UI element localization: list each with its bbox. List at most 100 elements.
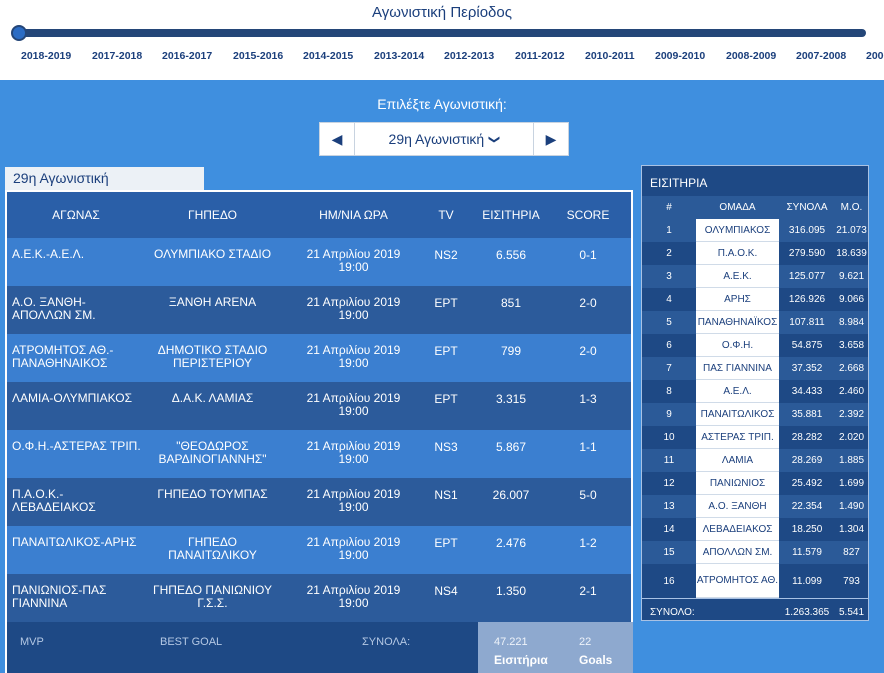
team-name[interactable]: ΠΑΝΙΩΝΙΟΣ [696, 472, 779, 495]
team-name[interactable]: Π.Α.Ο.Κ. [696, 242, 779, 265]
team-name[interactable]: Α.Ο. ΞΑΝΘΗ [696, 495, 779, 518]
team-total-tickets: 28.269 [791, 455, 823, 466]
match-time: 19:00 [338, 596, 369, 610]
team-name[interactable]: ΟΛΥΜΠΙΑΚΟΣ [696, 219, 779, 242]
match-name: ΑΤΡΟΜΗΤΟΣ ΑΘ.-ΠΑΝΑΘΗΝΑΙΚΟΣ [12, 343, 114, 370]
matchday-tab[interactable]: 29η Αγωνιστική [5, 167, 204, 190]
team-total-tickets: 25.492 [791, 478, 823, 489]
match-datetime: 21 Απριλίου 2019 19:00 [280, 296, 427, 322]
table-row[interactable]: Α.Ε.Κ.-Α.Ε.Λ. ΟΛΥΜΠΙΑΚΟ ΣΤΑΔΙΟ 21 Απριλίου… [7, 238, 631, 286]
season-2015-2016[interactable]: 2015-2016 [233, 50, 283, 62]
match-stadium: ΓΗΠΕΔΟ ΠΑΝΑΙΤΩΛΙΚΟΥ [168, 535, 257, 562]
previous-matchday-button[interactable]: ◀ [320, 123, 355, 155]
match-tickets: 6.556 [495, 248, 527, 262]
team-average-tickets: 18.639 [836, 248, 867, 259]
table-row[interactable]: ΠΑΝΙΩΝΙΟΣ-ΠΑΣ ΓΙΑΝΝΙΝΑ ΓΗΠΕΔΟ ΠΑΝΙΩΝΙΟΥ Γ… [7, 574, 631, 622]
season-timeline: Αγωνιστική Περίοδος 2018-2019 2017-2018 … [0, 0, 884, 80]
tickets-table-body: 1 ΟΛΥΜΠΙΑΚΟΣ 316.095 21.073 2 Π.Α.Ο.Κ. 279.590… [642, 219, 868, 598]
match-stadium: ΓΗΠΕΔΟ ΤΟΥΜΠΑΣ [157, 487, 268, 501]
table-row: 8 Α.Ε.Λ. 34.433 2.460 [642, 380, 868, 403]
season-2013-2014[interactable]: 2013-2014 [374, 50, 424, 62]
season-2009-2010[interactable]: 2009-2010 [655, 50, 705, 62]
team-rank: 9 [666, 409, 672, 420]
header-team: ΟΜΑΔΑ [719, 202, 756, 213]
team-name[interactable]: ΛΑΜΙΑ [696, 449, 779, 472]
team-total-tickets: 11.099 [792, 575, 822, 587]
tickets-total-value: 1.263.365 [784, 606, 830, 618]
team-average-tickets: 827 [843, 547, 860, 558]
next-matchday-button[interactable]: ▶ [533, 123, 568, 155]
header-rank: # [666, 202, 672, 213]
matches-table-footer: MVP BEST GOAL ΣΥΝΟΛΑ: 47.221 Εισιτήρια 2… [7, 622, 633, 673]
team-average-tickets: 1.699 [838, 478, 865, 489]
timeline-track[interactable] [18, 29, 866, 37]
team-total-tickets: 54.875 [791, 340, 823, 351]
match-stadium: Δ.Α.Κ. ΛΑΜΙΑΣ [171, 391, 254, 405]
team-rank: 10 [663, 432, 675, 443]
table-row[interactable]: Π.Α.Ο.Κ.-ΛΕΒΑΔΕΙΑΚΟΣ ΓΗΠΕΔΟ ΤΟΥΜΠΑΣ 21 Απρ… [7, 478, 631, 526]
match-stadium: ΓΗΠΕΔΟ ΠΑΝΙΩΝΙΟΥ Γ.Σ.Σ. [153, 583, 272, 610]
matches-table-header: ΑΓΩΝΑΣ ΓΗΠΕΔΟ ΗΜ/ΝΙΑ ΩΡΑ TV ΕΙΣΙΤΗΡΙΑ SC… [7, 192, 631, 238]
match-datetime: 21 Απριλίου 2019 19:00 [280, 536, 427, 562]
match-time: 19:00 [338, 308, 369, 322]
match-tickets: 3.315 [495, 392, 527, 406]
team-name[interactable]: ΑΤΡΟΜΗΤΟΣ ΑΘ. [696, 564, 779, 598]
match-tv: NS1 [434, 488, 458, 502]
period-title: Αγωνιστική Περίοδος [372, 4, 512, 21]
table-row[interactable]: Ο.Φ.Η.-ΑΣΤΕΡΑΣ ΤΡΙΠ. "ΘΕΟΔΩΡΟΣ ΒΑΡΔΙΝΟΓΙΑ… [7, 430, 631, 478]
table-row[interactable]: ΑΤΡΟΜΗΤΟΣ ΑΘ.-ΠΑΝΑΘΗΝΑΙΚΟΣ ΔΗΜΟΤΙΚΟ ΣΤΑΔΙ… [7, 334, 631, 382]
header-score: SCORE [566, 208, 610, 222]
season-2012-2013[interactable]: 2012-2013 [444, 50, 494, 62]
table-row: 15 ΑΠΟΛΛΩΝ ΣΜ. 11.579 827 [642, 541, 868, 564]
season-2011-2012[interactable]: 2011-2012 [515, 50, 565, 62]
match-score: 5-0 [579, 488, 597, 502]
season-2014-2015[interactable]: 2014-2015 [303, 50, 353, 62]
table-row[interactable]: ΠΑΝΑΙΤΩΛΙΚΟΣ-ΑΡΗΣ ΓΗΠΕΔΟ ΠΑΝΑΙΤΩΛΙΚΟΥ 21 Α… [7, 526, 631, 574]
table-row: 3 Α.Ε.Κ. 125.077 9.621 [642, 265, 868, 288]
header-tv: TV [438, 208, 454, 222]
team-name[interactable]: ΑΣΤΕΡΑΣ ΤΡΙΠ. [696, 426, 779, 449]
best-goal-label[interactable]: BEST GOAL [160, 636, 222, 648]
team-name[interactable]: ΑΡΗΣ [696, 288, 779, 311]
season-2010-2011[interactable]: 2010-2011 [585, 50, 635, 62]
team-name[interactable]: ΠΑΝΑΙΤΩΛΙΚΟΣ [696, 403, 779, 426]
season-2006[interactable]: 2006 [866, 50, 884, 62]
match-tv: ΕΡΤ [434, 392, 458, 406]
arrow-left-icon: ◀ [331, 130, 343, 147]
season-2018-2019[interactable]: 2018-2019 [21, 50, 71, 62]
match-tickets: 851 [500, 296, 522, 310]
matchday-dropdown[interactable]: 29η Αγωνιστική ❯ [355, 123, 533, 155]
match-time: 19:00 [338, 356, 369, 370]
match-tv: ΕΡΤ [434, 296, 458, 310]
match-datetime: 21 Απριλίου 2019 19:00 [280, 248, 427, 274]
table-row: 14 ΛΕΒΑΔΕΙΑΚΟΣ 18.250 1.304 [642, 518, 868, 541]
table-row[interactable]: ΛΑΜΙΑ-ΟΛΥΜΠΙΑΚΟΣ Δ.Α.Κ. ΛΑΜΙΑΣ 21 Απριλίου… [7, 382, 631, 430]
timeline-handle[interactable] [11, 25, 27, 41]
team-rank: 11 [663, 455, 675, 466]
team-name[interactable]: ΠΑΣ ΓΙΑΝΝΙΝΑ [696, 357, 779, 380]
team-total-tickets: 28.282 [791, 432, 823, 443]
season-2016-2017[interactable]: 2016-2017 [162, 50, 212, 62]
team-name[interactable]: ΛΕΒΑΔΕΙΑΚΟΣ [696, 518, 779, 541]
match-score: 2-1 [579, 584, 597, 598]
team-name[interactable]: Ο.Φ.Η. [696, 334, 779, 357]
match-name: Α.Ο. ΞΑΝΘΗ-ΑΠΟΛΛΩΝ ΣΜ. [12, 295, 96, 322]
season-2008-2009[interactable]: 2008-2009 [726, 50, 776, 62]
season-2007-2008[interactable]: 2007-2008 [796, 50, 846, 62]
mvp-label[interactable]: MVP [20, 636, 44, 648]
table-row: 1 ΟΛΥΜΠΙΑΚΟΣ 316.095 21.073 [642, 219, 868, 242]
match-tv: ΕΡΤ [434, 536, 458, 550]
team-name[interactable]: Α.Ε.Λ. [696, 380, 779, 403]
team-average-tickets: 8.984 [838, 317, 865, 328]
season-2017-2018[interactable]: 2017-2018 [92, 50, 142, 62]
team-name[interactable]: Α.Ε.Κ. [696, 265, 779, 288]
team-name[interactable]: ΠΑΝΑΘΗΝΑΪΚΟΣ [696, 311, 779, 334]
table-row: 6 Ο.Φ.Η. 54.875 3.658 [642, 334, 868, 357]
team-rank: 12 [663, 478, 675, 489]
team-name[interactable]: ΑΠΟΛΛΩΝ ΣΜ. [696, 541, 779, 564]
match-stadium: ΟΛΥΜΠΙΑΚΟ ΣΤΑΔΙΟ [153, 247, 272, 261]
table-row[interactable]: Α.Ο. ΞΑΝΘΗ-ΑΠΟΛΛΩΝ ΣΜ. ΞΑΝΘΗ ARENA 21 Απρι… [7, 286, 631, 334]
matches-table-body: Α.Ε.Κ.-Α.Ε.Λ. ΟΛΥΜΠΙΑΚΟ ΣΤΑΔΙΟ 21 Απριλίου… [7, 238, 631, 622]
tickets-table-footer: ΣΥΝΟΛΟ: 1.263.365 5.541 [642, 598, 868, 625]
team-total-tickets: 107.811 [789, 317, 825, 328]
